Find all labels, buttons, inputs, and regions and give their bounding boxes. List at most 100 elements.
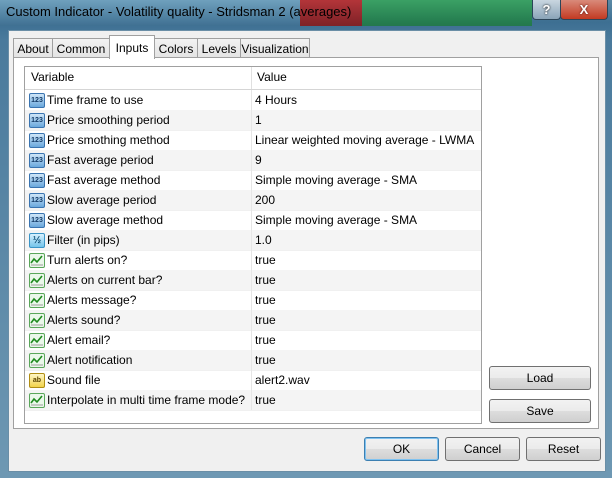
grid-row[interactable]: 123 Slow average period 200 bbox=[25, 190, 481, 211]
tab-inputs[interactable]: Inputs bbox=[109, 35, 155, 59]
variable-value[interactable]: true bbox=[255, 333, 276, 347]
variable-value[interactable]: true bbox=[255, 253, 276, 267]
variable-name: Slow average method bbox=[47, 213, 164, 227]
variable-value[interactable]: 9 bbox=[255, 153, 262, 167]
variable-name: Turn alerts on? bbox=[47, 253, 128, 267]
column-separator bbox=[251, 310, 252, 330]
column-separator bbox=[251, 370, 252, 390]
reset-button[interactable]: Reset bbox=[526, 437, 601, 461]
variable-value[interactable]: true bbox=[255, 273, 276, 287]
grid-row[interactable]: ½ Filter (in pips) 1.0 bbox=[25, 230, 481, 251]
variable-name: Time frame to use bbox=[47, 93, 144, 107]
header-value[interactable]: Value bbox=[257, 70, 287, 84]
grid-row[interactable]: Alerts message? true bbox=[25, 290, 481, 311]
column-separator bbox=[251, 290, 252, 310]
grid-row[interactable]: Turn alerts on? true bbox=[25, 250, 481, 271]
variable-name: Sound file bbox=[47, 373, 101, 387]
dialog-window: Custom Indicator - Volatility quality - … bbox=[0, 0, 612, 478]
variable-name: Price smoothing period bbox=[47, 113, 170, 127]
help-button[interactable]: ? bbox=[532, 0, 561, 20]
bool-type-icon bbox=[29, 293, 45, 308]
column-separator bbox=[251, 390, 252, 410]
help-icon: ? bbox=[542, 2, 551, 17]
variable-name: Alerts on current bar? bbox=[47, 273, 163, 287]
variable-value[interactable]: 1.0 bbox=[255, 233, 272, 247]
column-separator bbox=[251, 210, 252, 230]
variable-value[interactable]: alert2.wav bbox=[255, 373, 310, 387]
column-separator bbox=[251, 270, 252, 290]
variable-value[interactable]: Simple moving average - SMA bbox=[255, 173, 417, 187]
column-separator bbox=[251, 170, 252, 190]
variable-name: Fast average period bbox=[47, 153, 154, 167]
integer-type-icon: 123 bbox=[29, 173, 45, 188]
variable-name: Alert notification bbox=[47, 353, 133, 367]
column-separator bbox=[251, 110, 252, 130]
variable-name: Alerts message? bbox=[47, 293, 137, 307]
grid-row[interactable]: ab Sound file alert2.wav bbox=[25, 370, 481, 391]
variable-name: Price smothing method bbox=[47, 133, 170, 147]
string-type-icon: ab bbox=[29, 373, 45, 388]
save-button[interactable]: Save bbox=[489, 399, 591, 423]
dialog-client-area: About Common Inputs Colors Levels Visual… bbox=[8, 30, 606, 472]
grid-row[interactable]: Alerts sound? true bbox=[25, 310, 481, 331]
column-separator bbox=[251, 190, 252, 210]
ok-button[interactable]: OK bbox=[364, 437, 439, 461]
close-icon: X bbox=[579, 2, 589, 17]
variable-value[interactable]: Simple moving average - SMA bbox=[255, 213, 417, 227]
close-button[interactable]: X bbox=[560, 0, 608, 20]
bool-type-icon bbox=[29, 353, 45, 368]
tab-visualization[interactable]: Visualization bbox=[240, 38, 310, 58]
background-chart-green bbox=[362, 0, 532, 26]
grid-row[interactable]: Interpolate in multi time frame mode? tru… bbox=[25, 390, 481, 411]
grid-row[interactable]: 123 Slow average method Simple moving aver… bbox=[25, 210, 481, 231]
inputs-grid: Variable Value 123 Time frame to use 4 Hou… bbox=[24, 66, 482, 424]
column-separator bbox=[251, 350, 252, 370]
grid-row[interactable]: 123 Fast average method Simple moving aver… bbox=[25, 170, 481, 191]
grid-row[interactable]: Alert email? true bbox=[25, 330, 481, 351]
header-separator[interactable] bbox=[251, 67, 252, 89]
grid-row[interactable]: 123 Time frame to use 4 Hours bbox=[25, 90, 481, 111]
double-type-icon: ½ bbox=[29, 233, 45, 248]
variable-value[interactable]: true bbox=[255, 353, 276, 367]
variable-name: Slow average period bbox=[47, 193, 157, 207]
variable-name: Alert email? bbox=[47, 333, 111, 347]
tab-levels[interactable]: Levels bbox=[197, 38, 241, 58]
integer-type-icon: 123 bbox=[29, 93, 45, 108]
tab-common[interactable]: Common bbox=[52, 38, 110, 58]
load-button[interactable]: Load bbox=[489, 366, 591, 390]
variable-value[interactable]: 1 bbox=[255, 113, 262, 127]
variable-name: Alerts sound? bbox=[47, 313, 121, 327]
title-bar[interactable]: Custom Indicator - Volatility quality - … bbox=[0, 0, 612, 26]
column-separator bbox=[251, 250, 252, 270]
tab-about[interactable]: About bbox=[13, 38, 53, 58]
variable-name: Filter (in pips) bbox=[47, 233, 120, 247]
variable-name: Fast average method bbox=[47, 173, 161, 187]
grid-row[interactable]: Alerts on current bar? true bbox=[25, 270, 481, 291]
variable-value[interactable]: true bbox=[255, 313, 276, 327]
cancel-button[interactable]: Cancel bbox=[445, 437, 520, 461]
bool-type-icon bbox=[29, 313, 45, 328]
variable-value[interactable]: true bbox=[255, 393, 276, 407]
grid-row[interactable]: 123 Price smoothing period 1 bbox=[25, 110, 481, 131]
header-variable[interactable]: Variable bbox=[31, 70, 74, 84]
bool-type-icon bbox=[29, 333, 45, 348]
variable-value[interactable]: true bbox=[255, 293, 276, 307]
integer-type-icon: 123 bbox=[29, 113, 45, 128]
integer-type-icon: 123 bbox=[29, 153, 45, 168]
inputs-panel: Variable Value 123 Time frame to use 4 Hou… bbox=[13, 57, 599, 429]
grid-row[interactable]: 123 Fast average period 9 bbox=[25, 150, 481, 171]
column-separator bbox=[251, 90, 252, 110]
variable-value[interactable]: Linear weighted moving average - LWMA bbox=[255, 133, 474, 147]
grid-row[interactable]: 123 Price smothing method Linear weighted … bbox=[25, 130, 481, 151]
column-separator bbox=[251, 130, 252, 150]
grid-header: Variable Value bbox=[25, 67, 481, 90]
bool-type-icon bbox=[29, 393, 45, 408]
grid-row[interactable]: Alert notification true bbox=[25, 350, 481, 371]
variable-value[interactable]: 200 bbox=[255, 193, 275, 207]
window-title: Custom Indicator - Volatility quality - … bbox=[6, 4, 352, 19]
column-separator bbox=[251, 330, 252, 350]
integer-type-icon: 123 bbox=[29, 133, 45, 148]
tab-colors[interactable]: Colors bbox=[154, 38, 198, 58]
variable-value[interactable]: 4 Hours bbox=[255, 93, 297, 107]
bool-type-icon bbox=[29, 273, 45, 288]
